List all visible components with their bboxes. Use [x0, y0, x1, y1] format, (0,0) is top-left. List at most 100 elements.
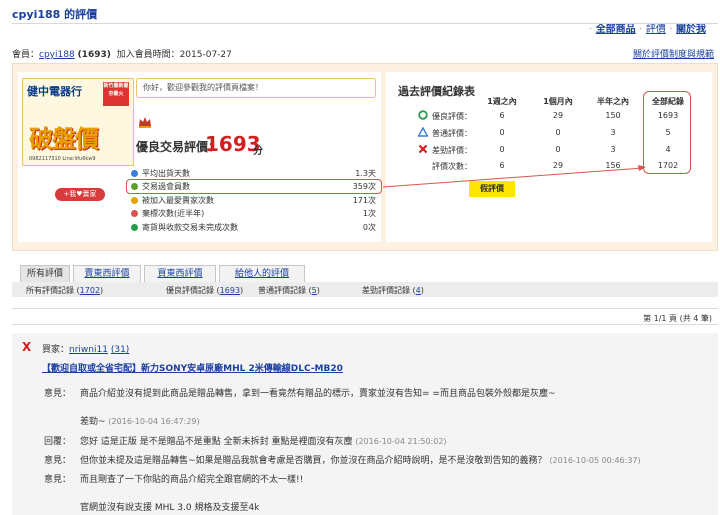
buyer-info: 買家：nriwni11 (31) — [42, 342, 129, 355]
comment-body: 但你並未提及這是贈品轉售~如果是贈品我就會考慮是否購買，你並沒在商品介紹時說明，… — [80, 456, 547, 466]
nav-about-me[interactable]: 關於我 — [676, 24, 706, 35]
filter-good[interactable]: 優良評價記錄 (1693) — [166, 285, 243, 296]
tab-seller-ratings[interactable]: 賣東西評價 — [73, 265, 141, 282]
filter-label: 差勁評價記錄 ( — [362, 286, 416, 295]
history-title: 過去評價紀錄表 — [398, 85, 475, 98]
x-bad-icon: X — [22, 340, 32, 354]
member-count: (1693) — [77, 50, 111, 60]
crown-icon — [139, 117, 151, 128]
member-prefix: 會員： — [12, 50, 40, 60]
table-cell: 1702 — [657, 161, 679, 170]
x-bad-icon — [418, 144, 428, 154]
minus-icon — [131, 224, 138, 231]
table-cell: 3 — [610, 145, 616, 154]
column-header: 全部紀錄 — [652, 97, 684, 106]
filter-paren: ) — [240, 286, 244, 295]
tab-buyer-ratings[interactable]: 買東西評價 — [144, 265, 216, 282]
table-cell: 150 — [605, 111, 621, 120]
row-label: 評價次數： — [432, 162, 472, 171]
filter-count[interactable]: 1693 — [220, 286, 240, 295]
stat-value: 1次 — [362, 209, 376, 218]
welcome-message: 你好，歡迎參觀我的評價頁檔案！ — [136, 78, 376, 98]
comment-text: 商品介紹並沒有提到此商品是贈品轉售，拿到一看竟然有贈品的標示，賣家並沒有告知= … — [80, 386, 556, 399]
fake-rating-tag: 假評價 — [469, 181, 515, 197]
nav-bullet: · — [639, 24, 643, 35]
filter-all[interactable]: 所有評價記錄 (1702) — [26, 285, 103, 296]
table-cell: 4 — [665, 145, 671, 154]
stat-row-abandon: 棄標次數(近半年) 1次 — [128, 207, 380, 220]
stat-row-incomplete: 寄貨與收款交易未完成次數 0次 — [128, 221, 380, 234]
member-name-link[interactable]: cpyi188 — [39, 50, 75, 60]
table-cell: 3 — [610, 128, 616, 137]
buyer-label: 買家： — [42, 345, 70, 355]
comment-time: (2016-10-05 00:46:37) — [549, 456, 641, 465]
filter-normal[interactable]: 普通評價記錄 (5) — [258, 285, 320, 296]
filter-paren: ) — [316, 286, 320, 295]
filter-paren: ) — [100, 286, 104, 295]
reply-label: 回覆： — [44, 437, 72, 447]
highlight-box — [126, 179, 382, 194]
comment-text: 官網並沒有說支援 MHL 3.0 規格及支援至4k — [80, 500, 259, 513]
banner-contact: 0982117310 Line:lifu6kw9 — [29, 156, 96, 162]
row-label: 優良評價： — [432, 112, 472, 121]
warning-icon — [131, 210, 138, 217]
page-title: cpyi188 的評價 — [12, 8, 98, 21]
person-icon — [131, 197, 138, 204]
comment-text: 差勁~ (2016-10-04 16:47:29) — [80, 414, 200, 427]
table-cell: 29 — [552, 111, 564, 120]
buyer-name-link[interactable]: nriwni11 — [69, 345, 108, 355]
column-header: 半年之內 — [597, 97, 629, 106]
filter-bad[interactable]: 差勁評價記錄 (4) — [362, 285, 424, 296]
rating-unit: 分 — [253, 146, 263, 157]
filter-label: 所有評價記錄 ( — [26, 286, 80, 295]
filter-count[interactable]: 1702 — [80, 286, 100, 295]
add-favorite-seller-button[interactable]: +我♥賣家 — [55, 188, 105, 201]
reply-text: 您好 這是正版 是不是贈品不是重點 全新未拆封 重點是裡面沒有灰塵 (2016-… — [80, 434, 447, 447]
tab-all-ratings[interactable]: 所有評價 — [20, 265, 70, 282]
comment-body: 而且剛查了一下你貼的商品介紹完全跟官網的不太一樣!! — [80, 475, 304, 485]
header-divider — [12, 23, 718, 24]
filter-label: 普通評價記錄 ( — [258, 286, 312, 295]
banner-brand: 健中電器行 — [27, 85, 82, 98]
store-banner-image: 健中電器行 新竹最新最夯最火 破盤價 0982117310 Line:lifu6… — [22, 78, 134, 166]
filter-label: 優良評價記錄 ( — [166, 286, 220, 295]
comment-body: 官網並沒有說支援 MHL 3.0 規格及支援至4k — [80, 503, 260, 513]
table-cell: 156 — [605, 161, 621, 170]
banner-headline: 破盤價 — [29, 125, 99, 153]
table-cell: 0 — [555, 145, 561, 154]
table-cell: 6 — [499, 111, 505, 120]
stat-value: 171次 — [352, 196, 376, 205]
tab-given-ratings[interactable]: 給他人的評價 — [219, 265, 305, 282]
comment-label: 意見： — [44, 475, 72, 485]
comment-text: 但你並未提及這是贈品轉售~如果是贈品我就會考慮是否購買，你並沒在商品介紹時說明，… — [80, 453, 641, 466]
table-cell: 6 — [499, 161, 505, 170]
buyer-count-link[interactable]: (31) — [111, 345, 129, 355]
column-header: 1個月內 — [543, 97, 573, 106]
stat-label: 寄貨與收款交易未完成次數 — [142, 223, 238, 232]
product-link[interactable]: 【歡迎自取或全省宅配】新力SONY安卓原廠MHL 2米傳輸線DLC-MB20 — [42, 361, 343, 374]
comment-body: 差勁~ — [80, 417, 106, 427]
stat-label: 被加入最愛賣家次數 — [142, 196, 214, 205]
table-cell: 0 — [499, 145, 505, 154]
nav-ratings[interactable]: 評價 — [646, 24, 666, 35]
triangle-normal-icon — [418, 127, 428, 137]
comment-body: 商品介紹並沒有提到此商品是贈品轉售，拿到一看竟然有贈品的標示，賣家並沒有告知= … — [80, 389, 556, 399]
table-cell: 1693 — [657, 111, 679, 120]
row-label: 普通評價： — [432, 129, 472, 138]
stat-row-favorites: 被加入最愛賣家次數 171次 — [128, 194, 380, 207]
comment-time: (2016-10-04 21:50:02) — [355, 437, 447, 446]
table-cell: 5 — [665, 128, 671, 137]
filter-paren: ) — [420, 286, 424, 295]
banner-stamp: 新竹最新最夯最火 — [103, 82, 129, 106]
rating-filter-bar: 所有評價記錄 (1702) 優良評價記錄 (1693) 普通評價記錄 (5) 差… — [12, 282, 718, 297]
stat-label: 棄標次數(近半年) — [142, 209, 205, 218]
comment-time: (2016-10-04 16:47:29) — [108, 417, 200, 426]
nav-all-products[interactable]: 全部商品 — [596, 24, 636, 35]
circle-good-icon — [418, 110, 428, 120]
truck-icon — [131, 170, 138, 177]
table-cell: 0 — [499, 128, 505, 137]
rules-link[interactable]: 關於評價制度與規範 — [633, 47, 714, 60]
nav-bullet: · — [589, 24, 593, 35]
table-cell: 29 — [552, 161, 564, 170]
nav-bullet: · — [669, 24, 673, 35]
